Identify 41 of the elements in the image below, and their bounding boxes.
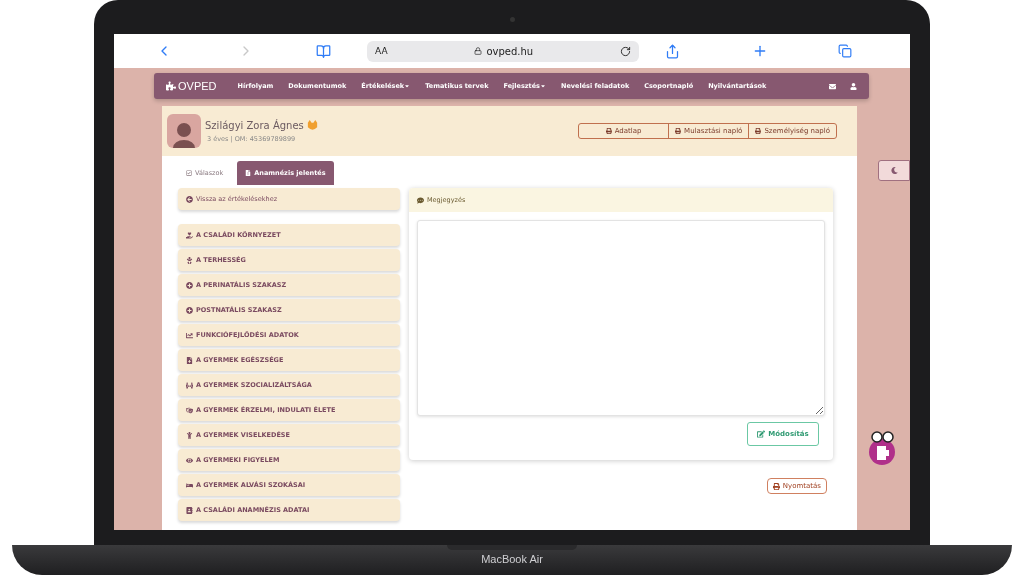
- share-icon[interactable]: [665, 43, 680, 59]
- book-icon[interactable]: [316, 43, 331, 59]
- chart-icon: [186, 331, 193, 339]
- baby-icon: [186, 256, 193, 264]
- printer-icon: [772, 482, 780, 490]
- reload-icon[interactable]: [620, 45, 631, 57]
- child-icon: [186, 431, 193, 439]
- people-icon: [186, 381, 193, 389]
- tabs-icon[interactable]: [838, 44, 852, 58]
- text-size-button[interactable]: AA: [375, 46, 388, 56]
- back-arrow-icon: [186, 195, 193, 203]
- hand-heart-icon: [186, 231, 193, 239]
- student-name: Szilágyi Zora Ágnes: [205, 120, 304, 131]
- puzzle-icon: [166, 81, 176, 91]
- laptop-label: MacBook Air: [481, 553, 543, 565]
- bed-icon: [186, 481, 193, 489]
- caret-icon: [404, 83, 411, 89]
- masks-icon: [186, 406, 193, 414]
- printer-icon: [755, 128, 762, 134]
- printer-icon: [605, 128, 612, 134]
- checkbox-icon: [186, 170, 192, 176]
- document-icon: [245, 170, 252, 176]
- moon-icon: [890, 167, 898, 174]
- plus-icon[interactable]: [752, 43, 768, 59]
- address-bar[interactable]: AA ovped.hu: [367, 40, 639, 62]
- logo-text[interactable]: OVPED: [178, 80, 217, 92]
- printer-icon: [675, 128, 682, 134]
- edit-icon: [757, 430, 766, 438]
- eye-icon: [186, 456, 193, 464]
- theme-toggle-button[interactable]: [878, 160, 910, 181]
- note-field[interactable]: [417, 220, 825, 416]
- url-text: ovped.hu: [486, 45, 534, 57]
- address-book-icon: [186, 506, 193, 514]
- comment-icon: [417, 196, 424, 204]
- cat-icon: [305, 119, 319, 132]
- medical-file-icon: [186, 356, 193, 364]
- user-icon[interactable]: [850, 82, 857, 90]
- lock-icon: [474, 47, 483, 55]
- caret-icon: [539, 83, 546, 89]
- avatar-drawing: [167, 114, 201, 148]
- envelope-icon[interactable]: [829, 82, 836, 90]
